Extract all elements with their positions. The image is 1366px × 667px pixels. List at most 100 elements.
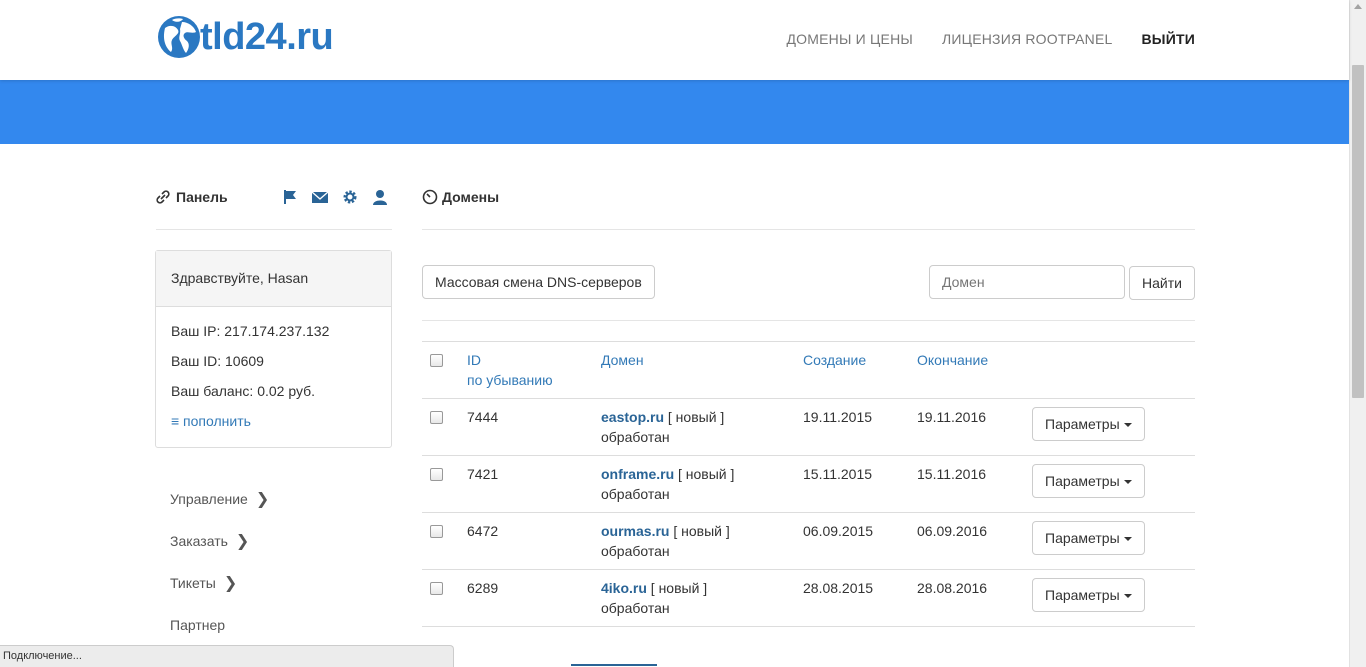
row-expires: 28.08.2016: [917, 580, 988, 596]
caret-down-icon: [1123, 594, 1132, 599]
params-label: Параметры: [1045, 530, 1120, 546]
nav-logout[interactable]: ВЫЙТИ: [1142, 31, 1196, 47]
table-row: 6289 4iko.ru [ новый ] обработан 28.08.2…: [422, 570, 1195, 627]
domain-status: [ новый ]: [674, 466, 735, 482]
account-info: Ваш IP: 217.174.237.132 Ваш ID: 10609 Ва…: [156, 307, 391, 443]
scroll-up-arrow-icon[interactable]: [1354, 4, 1362, 9]
header-expires[interactable]: Окончание: [917, 350, 988, 370]
domain-link[interactable]: ourmas.ru: [601, 523, 669, 539]
row-created: 19.11.2015: [803, 409, 873, 425]
domain-status: [ новый ]: [646, 580, 708, 596]
row-id: 6472: [467, 523, 499, 539]
scroll-thumb[interactable]: [1352, 65, 1364, 398]
table-row: 7421 onframe.ru [ новый ] обработан 15.1…: [422, 456, 1195, 513]
panel-title: Панель: [156, 189, 228, 205]
nav-rootpanel-license[interactable]: ЛИЦЕНЗИЯ ROOTPANEL: [942, 31, 1113, 47]
side-menu-tickets[interactable]: Тикеты ❯: [170, 562, 269, 604]
row-created: 06.09.2015: [803, 523, 874, 539]
side-menu: Управление ❯ Заказать ❯ Тикеты ❯ Партнер: [170, 478, 269, 646]
side-menu-manage[interactable]: Управление ❯: [170, 478, 269, 520]
params-label: Параметры: [1045, 587, 1120, 603]
divider: [422, 320, 1195, 321]
side-menu-label: Управление: [170, 491, 248, 507]
user-icon[interactable]: [372, 189, 388, 205]
params-label: Параметры: [1045, 473, 1120, 489]
side-menu-label: Заказать: [170, 533, 228, 549]
header-id-sort: по убыванию: [467, 372, 553, 388]
domain-link[interactable]: eastop.ru: [601, 409, 664, 425]
topup-link[interactable]: ≡ пополнить: [171, 413, 251, 429]
side-menu-partner[interactable]: Партнер: [170, 604, 269, 646]
panel-title-text: Панель: [176, 189, 228, 205]
row-id: 6289: [467, 580, 499, 596]
page: tld24.ru ДОМЕНЫ И ЦЕНЫ ЛИЦЕНЗИЯ ROOTPANE…: [0, 0, 1366, 667]
domain-status: [ новый ]: [664, 409, 725, 425]
row-domain: ourmas.ru [ новый ] обработан: [601, 521, 730, 561]
side-menu-order[interactable]: Заказать ❯: [170, 520, 269, 562]
flag-icon[interactable]: [282, 189, 298, 205]
header-created[interactable]: Создание: [803, 350, 866, 370]
caret-down-icon: [1123, 480, 1132, 485]
envelope-icon[interactable]: [311, 189, 329, 205]
row-checkbox[interactable]: [430, 468, 443, 481]
side-menu-label: Партнер: [170, 617, 226, 633]
domain-link[interactable]: onframe.ru: [601, 466, 674, 482]
hero-banner: [0, 80, 1349, 144]
row-checkbox[interactable]: [430, 582, 443, 595]
site-logo[interactable]: tld24.ru: [156, 14, 334, 60]
domain-link[interactable]: 4iko.ru: [601, 580, 647, 596]
domains-title-text: Домены: [442, 189, 500, 205]
domain-state: обработан: [601, 429, 670, 445]
top-navbar: tld24.ru ДОМЕНЫ И ЦЕНЫ ЛИЦЕНЗИЯ ROOTPANE…: [0, 0, 1349, 80]
header-id-label: ID: [467, 352, 481, 368]
params-dropdown-button[interactable]: Параметры: [1032, 521, 1145, 555]
globe-icon: [158, 16, 200, 58]
logo-text: tld24.ru: [200, 16, 334, 58]
table-row: 7444 eastop.ru [ новый ] обработан 19.11…: [422, 399, 1195, 456]
params-dropdown-button[interactable]: Параметры: [1032, 464, 1145, 498]
domains-header: Домены: [422, 187, 1195, 230]
chevron-right-icon: ❯: [223, 575, 238, 592]
row-id: 7421: [467, 466, 499, 482]
dashboard-icon: [422, 189, 438, 205]
params-dropdown-button[interactable]: Параметры: [1032, 407, 1145, 441]
mass-dns-change-button[interactable]: Массовая смена DNS-серверов: [422, 265, 655, 299]
panel-header: Панель: [156, 187, 392, 230]
caret-down-icon: [1123, 537, 1132, 542]
link-icon: [156, 190, 170, 204]
row-checkbox[interactable]: [430, 411, 443, 424]
header-domain[interactable]: Домен: [601, 350, 644, 370]
chevron-right-icon: ❯: [235, 533, 250, 550]
welcome-card: Здравствуйте, Hasan Ваш IP: 217.174.237.…: [155, 250, 392, 448]
params-dropdown-button[interactable]: Параметры: [1032, 578, 1145, 612]
row-checkbox[interactable]: [430, 525, 443, 538]
user-id: Ваш ID: 10609: [171, 353, 264, 369]
row-domain: onframe.ru [ новый ] обработан: [601, 464, 734, 504]
panel-icons: [282, 189, 388, 205]
gear-icon[interactable]: [342, 189, 358, 205]
row-created: 15.11.2015: [803, 466, 873, 482]
domain-state: обработан: [601, 600, 670, 616]
side-menu-label: Тикеты: [170, 575, 216, 591]
chevron-right-icon: ❯: [255, 491, 270, 508]
user-balance: Ваш баланс: 0.02 руб.: [171, 383, 316, 399]
domain-status: [ новый ]: [669, 523, 730, 539]
browser-status-bar: Подключение...: [0, 645, 454, 667]
header-id[interactable]: ID по убыванию: [467, 350, 553, 390]
row-created: 28.08.2015: [803, 580, 874, 596]
domain-search-input[interactable]: [929, 265, 1125, 299]
row-expires: 06.09.2016: [917, 523, 988, 539]
main-nav: ДОМЕНЫ И ЦЕНЫ ЛИЦЕНЗИЯ ROOTPANEL ВЫЙТИ: [786, 31, 1195, 47]
row-expires: 15.11.2016: [917, 466, 987, 482]
domains-title: Домены: [422, 189, 499, 205]
select-all-checkbox[interactable]: [430, 354, 443, 367]
user-ip: Ваш IP: 217.174.237.132: [171, 323, 330, 339]
row-id: 7444: [467, 409, 499, 425]
domains-table: ID по убыванию Домен Создание Окончание …: [422, 341, 1195, 627]
search-button[interactable]: Найти: [1129, 266, 1195, 300]
caret-down-icon: [1123, 423, 1132, 428]
vertical-scrollbar[interactable]: [1349, 0, 1366, 667]
nav-domains-prices[interactable]: ДОМЕНЫ И ЦЕНЫ: [786, 31, 913, 47]
welcome-greeting: Здравствуйте, Hasan: [156, 251, 391, 307]
row-domain: 4iko.ru [ новый ] обработан: [601, 578, 707, 618]
